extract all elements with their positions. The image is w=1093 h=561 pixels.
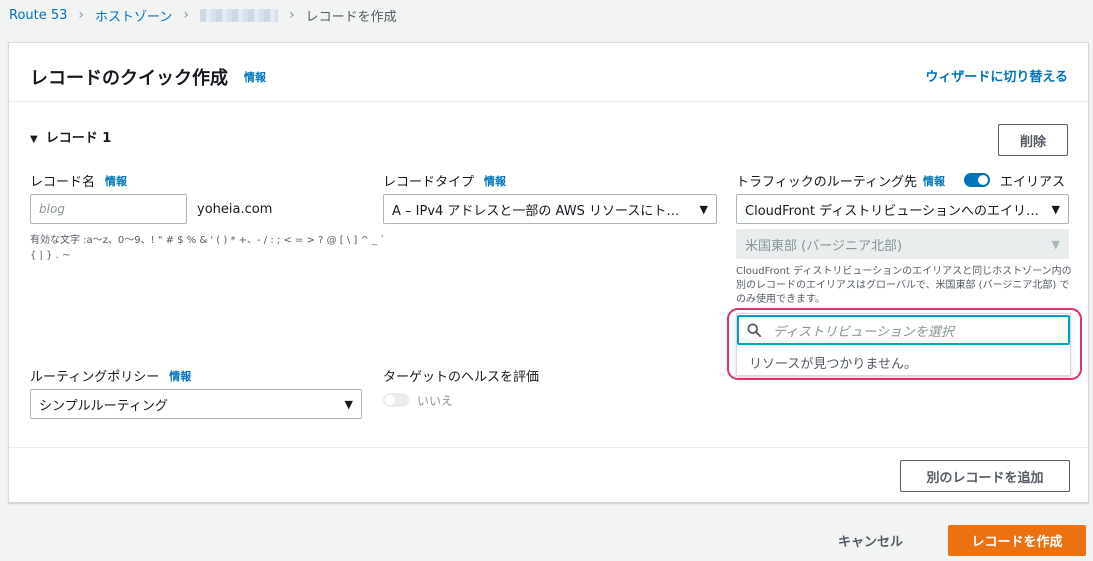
routing-policy-label: ルーティングポリシー (30, 370, 160, 385)
dropdown-arrow-icon: ▼ (1051, 202, 1060, 216)
health-label: ターゲットのヘルスを評価 (383, 370, 540, 385)
record-section-title: レコード 1 (45, 131, 112, 146)
switch-to-wizard-link[interactable]: ウィザードに切り替える (925, 66, 1068, 85)
alias-description: CloudFront ディストリビューションのエイリアスと同じホストゾーン内の別… (736, 266, 1072, 305)
quick-create-panel: レコードのクイック作成 情報 ウィザードに切り替える ▼ レコード 1 削除 レコ… (8, 42, 1089, 503)
cancel-button[interactable]: キャンセル (838, 526, 903, 554)
dropdown-arrow-icon: ▼ (699, 202, 708, 216)
panel-divider (9, 447, 1088, 448)
alias-toggle[interactable] (964, 173, 990, 187)
caret-down-icon: ▼ (30, 134, 38, 145)
record-name-info-link[interactable]: 情報 (105, 173, 127, 189)
chevron-right-icon: › (78, 7, 85, 23)
route-target-type-value: CloudFront ディストリビューションへのエイリアス (745, 203, 1044, 219)
breadcrumb-hosted-zones[interactable]: ホストゾーン (95, 6, 172, 25)
add-another-record-button[interactable]: 別のレコードを追加 (900, 460, 1070, 492)
page-title: レコードのクイック作成 (30, 68, 228, 89)
toggle-knob (385, 395, 395, 405)
region-select: 米国東部 (バージニア北部) ▼ (736, 229, 1069, 259)
title-info-link[interactable]: 情報 (244, 69, 266, 85)
region-value: 米国東部 (バージニア北部) (745, 238, 903, 254)
record-type-info-link[interactable]: 情報 (484, 173, 506, 189)
breadcrumb-hosted-zone-blurred[interactable] (200, 8, 278, 22)
record-section-toggle[interactable]: ▼ レコード 1 (30, 127, 111, 146)
routing-policy-info-link[interactable]: 情報 (169, 368, 191, 384)
route-target-type-select[interactable]: CloudFront ディストリビューションへのエイリアス ▼ (736, 194, 1069, 224)
toggle-knob (978, 175, 988, 185)
routing-policy-value: シンプルルーティング (39, 398, 168, 414)
traffic-label: トラフィックのルーティング先 (736, 175, 917, 190)
routing-policy-label-row: ルーティングポリシー 情報 (30, 366, 191, 386)
chevron-right-icon: › (289, 7, 295, 23)
record-name-label: レコード名 (30, 175, 96, 190)
dropdown-arrow-icon: ▼ (1051, 237, 1060, 251)
record-type-select[interactable]: A – IPv4 アドレスと一部の AWS リソースにトラフィックをルーティング… (383, 194, 717, 224)
breadcrumb-route53[interactable]: Route 53 (9, 8, 67, 23)
evaluate-health-toggle[interactable] (383, 393, 409, 407)
delete-record-button[interactable]: 削除 (998, 124, 1068, 156)
breadcrumb: Route 53 › ホストゾーン › › レコードを作成 (9, 5, 397, 25)
record-name-input[interactable]: blog (30, 194, 187, 224)
domain-suffix: yoheia.com (197, 202, 273, 217)
record-name-hint: 有効な文字 :a〜z、0〜9、! " # $ % & ' ( ) * +、- /… (30, 235, 386, 261)
dropdown-arrow-icon: ▼ (344, 397, 353, 411)
traffic-label-row: トラフィックのルーティング先 情報 (736, 171, 945, 191)
record-type-label-row: レコードタイプ 情報 (383, 171, 506, 191)
annotation-highlight (727, 308, 1082, 380)
traffic-info-link[interactable]: 情報 (923, 173, 945, 189)
panel-header: レコードのクイック作成 情報 ウィザードに切り替える (9, 43, 1088, 102)
chevron-right-icon: › (183, 7, 189, 23)
create-records-button[interactable]: レコードを作成 (948, 525, 1086, 556)
alias-label: エイリアス (1000, 175, 1066, 190)
record-type-label: レコードタイプ (383, 175, 475, 190)
record-name-label-row: レコード名 情報 (30, 171, 127, 191)
health-toggle-value: いいえ (417, 394, 454, 408)
health-label-row: ターゲットのヘルスを評価 (383, 366, 539, 385)
routing-policy-select[interactable]: シンプルルーティング ▼ (30, 389, 362, 419)
record-type-value: A – IPv4 アドレスと一部の AWS リソースにトラフィックをルーティング… (392, 203, 692, 219)
breadcrumb-current: レコードを作成 (305, 9, 397, 25)
record-name-placeholder: blog (39, 202, 65, 216)
